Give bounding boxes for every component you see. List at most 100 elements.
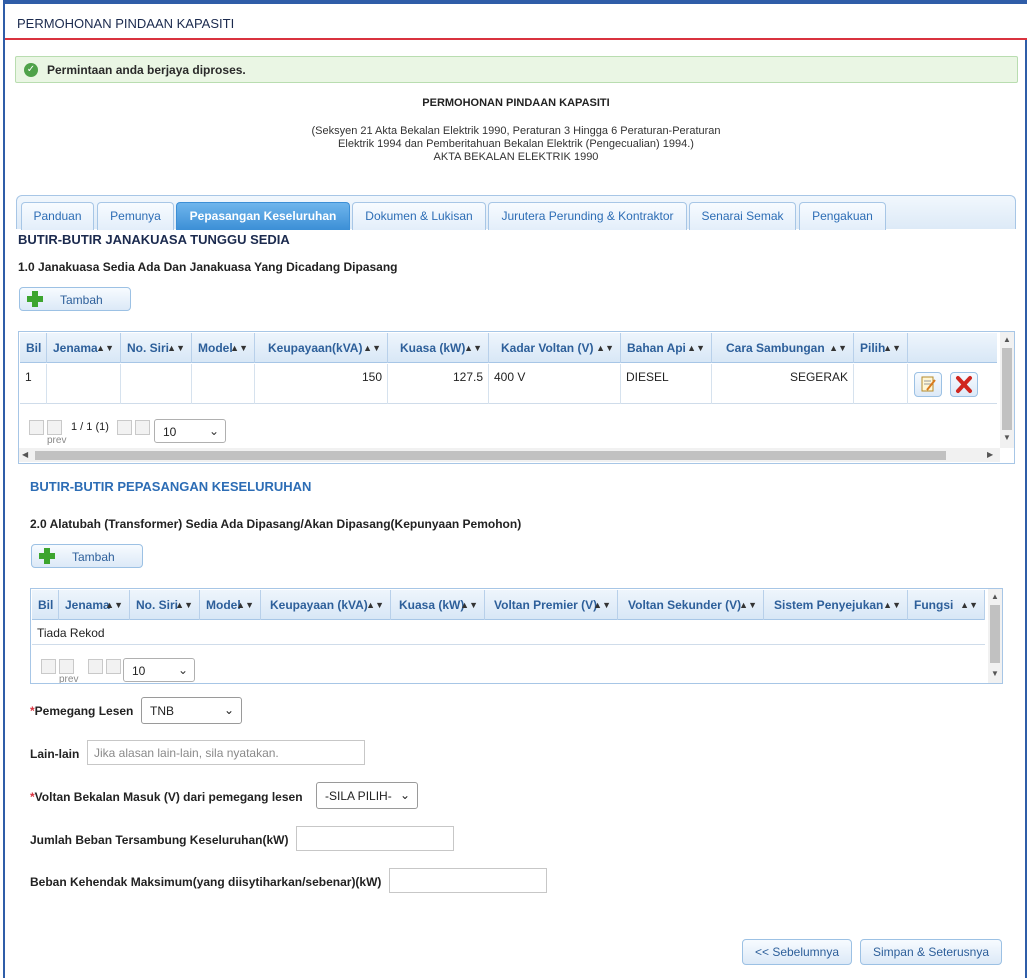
section2-heading: BUTIR-BUTIR PEPASANGAN KESELURUHAN: [30, 479, 312, 494]
page-info: 1 / 1 (1): [71, 421, 109, 433]
col-kuasa[interactable]: Kuasa (kW) ▲▼: [391, 590, 485, 620]
page-size-value: 10: [163, 425, 177, 439]
voltan-bekalan-label: *Voltan Bekalan Masuk (V) dari pemegang …: [30, 790, 303, 804]
transformer-vscroll[interactable]: ▲ ▼: [988, 589, 1002, 683]
col-voltan-sekunder[interactable]: Voltan Sekunder (V) ▲▼: [618, 590, 764, 620]
col-no-siri[interactable]: No. Siri ▲▼: [121, 333, 192, 363]
col-keupayaan[interactable]: Keupayaan(kVA) ▲▼: [255, 333, 388, 363]
section1-heading: BUTIR-BUTIR JANAKUASA TUNGGU SEDIA: [18, 232, 290, 247]
col-sistem-penyejukan[interactable]: Sistem Penyejukan ▲▼: [764, 590, 908, 620]
cell-bil: 1: [20, 364, 47, 404]
chevron-down-icon: ⌄: [177, 663, 188, 677]
page-size-value: 10: [132, 664, 146, 678]
col-voltan-premier[interactable]: Voltan Premier (V) ▲▼: [485, 590, 618, 620]
cell-cara-sambungan: SEGERAK: [712, 364, 854, 404]
first-page-icon[interactable]: [29, 420, 44, 435]
col-bahan-api[interactable]: Bahan Api ▲▼: [621, 333, 712, 363]
prev-alt-text: prev: [59, 674, 79, 684]
section1-subheading: 1.0 Janakuasa Sedia Ada Dan Janakuasa Ya…: [18, 260, 398, 274]
chevron-down-icon: ⌄: [208, 424, 219, 438]
last-page-icon[interactable]: [135, 420, 150, 435]
plus-icon: [39, 548, 55, 564]
page-size-select[interactable]: 10 ⌄: [154, 419, 226, 443]
beban-maksimum-label: Beban Kehendak Maksimum(yang diisytihark…: [30, 875, 382, 889]
cell-kuasa: 127.5: [388, 364, 489, 404]
section2-subheading: 2.0 Alatubah (Transformer) Sedia Ada Dip…: [30, 517, 522, 531]
add-generator-button[interactable]: Tambah: [19, 287, 131, 311]
table-row-empty: Tiada Rekod: [32, 621, 985, 645]
prev-page-icon[interactable]: [47, 420, 62, 435]
cell-bahan-api: DIESEL: [621, 364, 712, 404]
tab-senarai-semak[interactable]: Senarai Semak: [689, 202, 796, 230]
edit-button[interactable]: [914, 372, 942, 397]
tab-pengakuan[interactable]: Pengakuan: [799, 202, 886, 230]
voltan-bekalan-select[interactable]: -SILA PILIH- ⌄: [316, 782, 418, 809]
jumlah-beban-input[interactable]: [296, 826, 454, 851]
col-cara-sambungan[interactable]: Cara Sambungan ▲▼: [712, 333, 854, 363]
tab-pemunya[interactable]: Pemunya: [97, 202, 174, 230]
next-page-icon[interactable]: [88, 659, 103, 674]
generator-grid-header: Bil Jenama ▲▼ No. Siri ▲▼ Model ▲▼ Keupayaa…: [20, 333, 997, 363]
form-title: PERMOHONAN PINDAAN KAPASITI: [422, 97, 610, 109]
form-subtitle-line1: (Seksyen 21 Akta Bekalan Elektrik 1990, …: [311, 125, 721, 137]
col-jenama[interactable]: Jenama ▲▼: [59, 590, 130, 620]
col-keupayaan[interactable]: Keupayaan (kVA) ▲▼: [261, 590, 391, 620]
form-subtitle-line3: AKTA BEKALAN ELEKTRIK 1990: [433, 151, 599, 163]
tab-panduan[interactable]: Panduan: [21, 202, 94, 230]
first-page-icon[interactable]: [41, 659, 56, 674]
generator-grid: Bil Jenama ▲▼ No. Siri ▲▼ Model ▲▼ Keupayaa…: [18, 331, 1015, 464]
last-page-icon[interactable]: [106, 659, 121, 674]
transformer-grid-header: Bil Jenama ▲▼ No. Siri ▲▼ Model ▲▼ Keupayaa…: [32, 590, 985, 620]
cell-actions: [908, 364, 997, 404]
col-no-siri[interactable]: No. Siri ▲▼: [130, 590, 200, 620]
col-fungsi[interactable]: Fungsi ▲▼: [908, 590, 985, 620]
tab-bar: Panduan Pemunya Pepasangan Keseluruhan D…: [16, 195, 1016, 230]
col-bil[interactable]: Bil: [32, 590, 59, 620]
cell-model: [192, 364, 255, 404]
save-next-button[interactable]: Simpan & Seterusnya: [860, 939, 1002, 965]
chevron-down-icon: ⌄: [399, 788, 410, 802]
col-pilih[interactable]: Pilih ▲▼: [854, 333, 908, 363]
pemegang-lesen-label: *Pemegang Lesen: [30, 704, 134, 718]
table-row: 1 150 127.5 400 V DIESEL SEGERAK: [20, 364, 997, 404]
add-transformer-button[interactable]: Tambah: [31, 544, 143, 568]
plus-icon: [27, 291, 43, 307]
col-kuasa[interactable]: Kuasa (kW) ▲▼: [388, 333, 489, 363]
jumlah-beban-label: Jumlah Beban Tersambung Keseluruhan(kW): [30, 833, 289, 847]
delete-icon: [956, 376, 972, 393]
chevron-down-icon: ⌄: [223, 703, 234, 717]
prev-alt-text: prev: [47, 435, 67, 446]
pemegang-lesen-value: TNB: [150, 704, 174, 718]
cell-pilih: [854, 364, 908, 404]
delete-button[interactable]: [950, 372, 978, 397]
add-generator-label: Tambah: [60, 293, 103, 307]
pemegang-lesen-select[interactable]: TNB ⌄: [141, 697, 242, 724]
tab-dokumen-lukisan[interactable]: Dokumen & Lukisan: [352, 202, 486, 230]
lain-lain-label: Lain-lain: [30, 747, 80, 761]
col-jenama[interactable]: Jenama ▲▼: [47, 333, 121, 363]
prev-page-icon[interactable]: [59, 659, 74, 674]
page-header: PERMOHONAN PINDAAN KAPASITI: [5, 4, 1027, 40]
add-transformer-label: Tambah: [72, 550, 115, 564]
col-bil[interactable]: Bil: [20, 333, 47, 363]
check-circle-icon: ✓: [24, 63, 38, 77]
previous-button[interactable]: << Sebelumnya: [742, 939, 852, 965]
cell-no-siri: [121, 364, 192, 404]
cell-keupayaan: 150: [255, 364, 388, 404]
next-page-icon[interactable]: [117, 420, 132, 435]
voltan-bekalan-value: -SILA PILIH-: [325, 789, 392, 803]
tab-jurutera-kontraktor[interactable]: Jurutera Perunding & Kontraktor: [488, 202, 687, 230]
form-subtitle-line2: Elektrik 1994 dan Pemberitahuan Bekalan …: [338, 138, 694, 150]
col-kadar-voltan[interactable]: Kadar Voltan (V) ▲▼: [489, 333, 621, 363]
tab-pepasangan-keseluruhan[interactable]: Pepasangan Keseluruhan: [176, 202, 350, 230]
beban-maksimum-input[interactable]: [389, 868, 547, 893]
col-model[interactable]: Model ▲▼: [192, 333, 255, 363]
col-model[interactable]: Model ▲▼: [200, 590, 261, 620]
lain-lain-input[interactable]: Jika alasan lain-lain, sila nyatakan.: [87, 740, 365, 765]
page-size-select[interactable]: 10 ⌄: [123, 658, 195, 682]
generator-hscroll[interactable]: ◀ ▶: [19, 448, 1000, 462]
cell-voltan: 400 V: [489, 364, 621, 404]
col-actions: [908, 333, 997, 363]
alert-message: Permintaan anda berjaya diproses.: [47, 63, 246, 77]
generator-vscroll[interactable]: ▲ ▼: [1000, 332, 1014, 448]
